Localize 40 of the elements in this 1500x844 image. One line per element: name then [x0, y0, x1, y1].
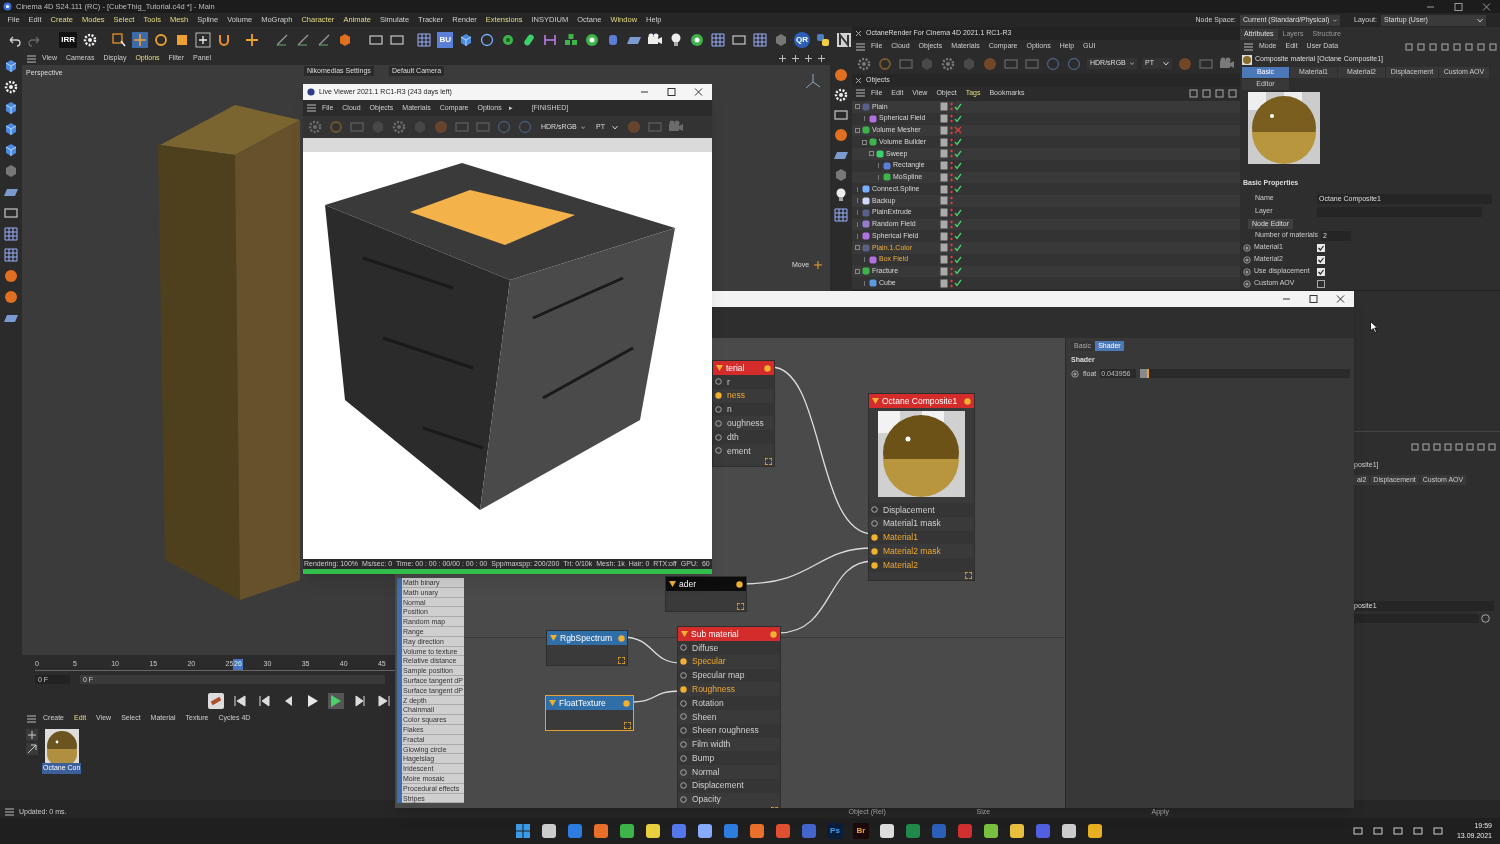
node[interactable]: Sub material Diffuse Specular Specular map Roughness Rotation Sheen Sheen roughness Film width Bump Normal Displacement Opacity	[677, 626, 781, 808]
toolbar-button[interactable]: QR	[794, 31, 810, 48]
port-label: Displacement	[883, 503, 935, 517]
node[interactable]: FloatTexture	[545, 695, 634, 731]
port-label: dth	[727, 430, 739, 444]
app-icon[interactable]: Ps	[827, 823, 843, 839]
node-title: terial	[726, 361, 745, 375]
port-label: oughness	[727, 416, 764, 430]
port-label: Rotation	[692, 696, 724, 710]
app-icon[interactable]: Br	[853, 823, 869, 839]
node-title: FloatTexture	[559, 696, 606, 710]
port-label: Material1 mask	[883, 517, 941, 531]
port-label: Sheen	[692, 710, 717, 724]
toolbar-button[interactable]: IRR	[59, 31, 77, 48]
node-title: Sub material	[691, 627, 739, 641]
port-label: Sheen roughness	[692, 724, 759, 738]
node-title: ader	[679, 577, 696, 591]
toolbar-button[interactable]: BU	[437, 31, 453, 48]
port-label: Material2 mask	[883, 544, 941, 558]
port-label: Bump	[692, 751, 715, 765]
port-label: Film width	[692, 738, 731, 751]
port-label: ement	[727, 444, 751, 458]
node-title: Octane Composite1	[882, 394, 958, 408]
node[interactable]: terial r ness n oughness dth ement	[712, 360, 775, 467]
node-title: RgbSpectrum	[560, 631, 612, 645]
port-label: Displacement	[692, 779, 744, 793]
node[interactable]: Octane Composite1 Displacement Material1 mask Material1 Material2 mask Material2	[868, 393, 975, 581]
node[interactable]: ader	[665, 576, 747, 612]
port-label: Diffuse	[692, 641, 719, 655]
port-label: Specular	[692, 655, 726, 669]
port-label: r	[727, 375, 730, 389]
port-label: Normal	[692, 765, 720, 779]
port-label: Roughness	[692, 682, 735, 696]
port-label: ness	[727, 389, 745, 403]
node[interactable]: RgbSpectrum	[546, 630, 628, 666]
port-label: Material1	[883, 531, 918, 544]
port-label: Specular map	[692, 669, 745, 682]
port-label: Opacity	[692, 793, 721, 807]
port-label: n	[727, 403, 732, 416]
port-label: Material2	[883, 558, 918, 572]
